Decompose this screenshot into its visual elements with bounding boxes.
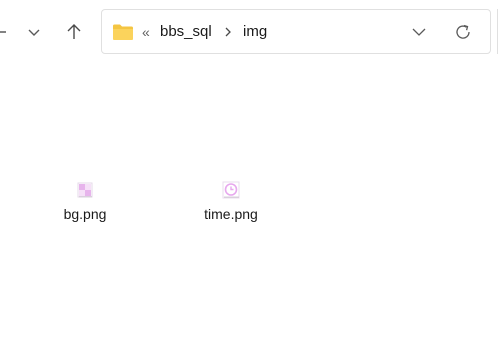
up-button[interactable] (60, 18, 88, 46)
address-bar[interactable]: « bbs_sql img (101, 9, 491, 54)
breadcrumb-item-img[interactable]: img (243, 22, 267, 42)
breadcrumb-overflow-button[interactable]: « (142, 22, 150, 42)
file-name: time.png (204, 206, 258, 222)
png-clock-image-icon (222, 181, 240, 199)
chevron-right-icon[interactable] (223, 25, 233, 39)
navigation-toolbar: « bbs_sql img (0, 0, 500, 64)
back-button[interactable] (0, 18, 14, 46)
refresh-button[interactable] (451, 20, 475, 44)
file-thumbnail (75, 180, 95, 200)
file-item-time-png[interactable]: time.png (186, 164, 276, 228)
recent-locations-button[interactable] (20, 18, 48, 46)
breadcrumb-item-bbs-sql[interactable]: bbs_sql (160, 22, 212, 42)
file-list-area[interactable]: bg.png time.png (0, 64, 500, 345)
refresh-icon (456, 24, 470, 39)
png-image-icon (77, 182, 93, 198)
chevron-down-icon (412, 28, 426, 36)
folder-icon (113, 24, 133, 40)
address-history-dropdown[interactable] (408, 21, 430, 43)
chevron-down-icon (28, 29, 40, 36)
file-name: bg.png (63, 206, 107, 222)
file-item-bg-png[interactable]: bg.png (40, 164, 130, 228)
back-arrow-icon (0, 31, 6, 33)
file-thumbnail (221, 180, 241, 200)
up-arrow-icon (67, 24, 81, 39)
